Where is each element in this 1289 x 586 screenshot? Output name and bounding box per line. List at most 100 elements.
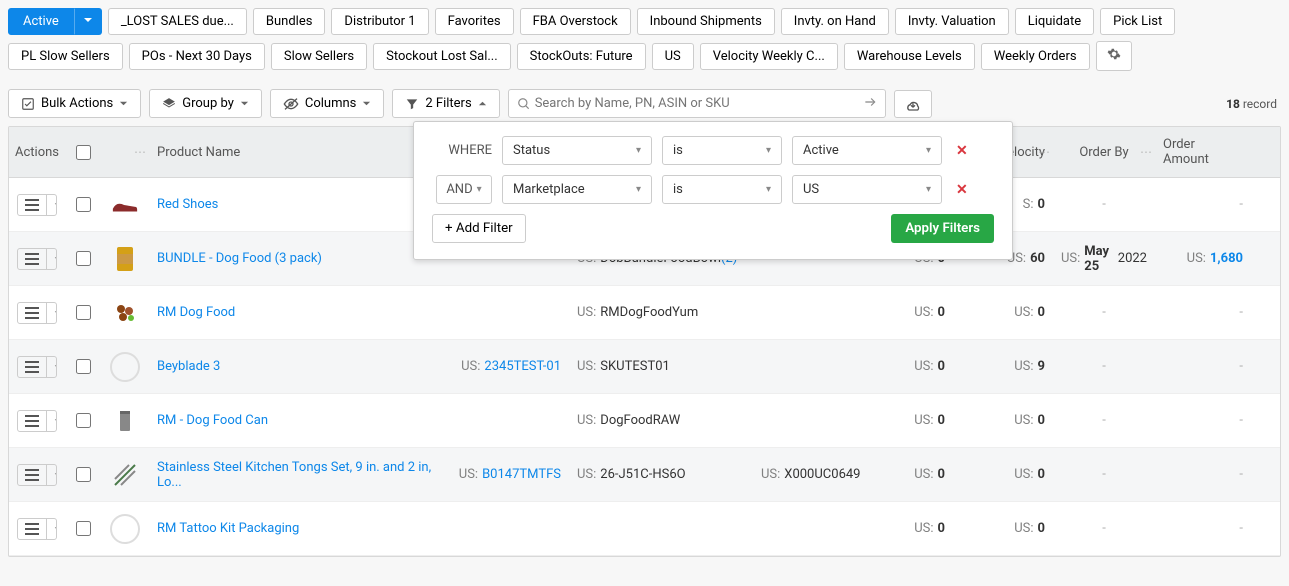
filter-and-select[interactable]: AND▾: [436, 175, 492, 204]
chevron-down-icon: [362, 99, 371, 108]
filter-op-select-1[interactable]: is▾: [662, 136, 782, 165]
product-name-link[interactable]: Stainless Steel Kitchen Tongs Set, 9 in.…: [157, 460, 441, 490]
views-settings-button[interactable]: [1096, 41, 1132, 71]
row-checkbox[interactable]: [76, 197, 91, 212]
row-checkbox[interactable]: [76, 251, 91, 266]
product-thumb: [111, 299, 139, 327]
saved-view-tag[interactable]: Inbound Shipments: [637, 8, 775, 35]
saved-view-tag[interactable]: PL Slow Sellers: [8, 43, 123, 70]
row-action-menu[interactable]: [17, 194, 57, 216]
row-checkbox[interactable]: [76, 359, 91, 374]
saved-view-tag[interactable]: Bundles: [253, 8, 326, 35]
chevron-down-icon: [46, 357, 57, 377]
submit-search-icon[interactable]: [863, 95, 877, 113]
filters-button[interactable]: 2 Filters: [392, 89, 499, 118]
sku-cell: US:26-J51C-HS6O: [569, 461, 753, 488]
table-row: Stainless Steel Kitchen Tongs Set, 9 in.…: [9, 448, 1280, 502]
apply-filters-button[interactable]: Apply Filters: [891, 214, 994, 243]
chevron-down-icon: [46, 249, 57, 269]
saved-view-tag[interactable]: Weekly Orders: [981, 43, 1090, 70]
fnsku-cell: [753, 523, 857, 535]
remove-filter-1[interactable]: ✕: [956, 143, 968, 159]
velocity-cell: US:0: [857, 461, 953, 488]
product-thumb: [111, 191, 139, 219]
saved-view-tag[interactable]: Distributor 1: [331, 8, 428, 35]
hamburger-icon: [18, 249, 46, 269]
order-by-cell: -: [1053, 515, 1155, 542]
product-thumb: [111, 245, 139, 273]
chevron-down-icon: [46, 195, 57, 215]
saved-view-tag[interactable]: Warehouse Levels: [844, 43, 975, 70]
row-action-menu[interactable]: [17, 302, 57, 324]
group-by-button[interactable]: Group by: [149, 89, 262, 118]
saved-view-tag[interactable]: Velocity Weekly C...: [700, 43, 838, 70]
row-action-menu[interactable]: [17, 410, 57, 432]
saved-view-tag[interactable]: POs - Next 30 Days: [129, 43, 265, 70]
order-amount-cell: -: [1155, 461, 1251, 488]
product-name-link[interactable]: Red Shoes: [157, 197, 218, 212]
eye-off-icon: [283, 97, 299, 111]
chevron-down-icon: [83, 15, 93, 25]
product-name-link[interactable]: BUNDLE - Dog Food (3 pack): [157, 251, 322, 266]
row-checkbox[interactable]: [76, 521, 91, 536]
product-thumb: [111, 461, 139, 489]
saved-view-tag[interactable]: US: [652, 43, 694, 70]
order-amount-cell: -: [1155, 353, 1251, 380]
saved-view-tag[interactable]: Liquidate: [1015, 8, 1094, 35]
search-input-wrap[interactable]: [508, 89, 886, 118]
columns-button[interactable]: Columns: [270, 89, 385, 118]
hamburger-icon: [18, 303, 46, 323]
row-action-menu[interactable]: [17, 248, 57, 270]
view-active-button[interactable]: Active: [8, 8, 74, 35]
row-checkbox[interactable]: [76, 413, 91, 428]
row-checkbox[interactable]: [76, 305, 91, 320]
remove-filter-2[interactable]: ✕: [956, 182, 968, 198]
product-name-link[interactable]: RM - Dog Food Can: [157, 413, 268, 428]
product-name-link[interactable]: Beyblade 3: [157, 359, 220, 374]
adj-velocity-cell: US:0: [953, 407, 1053, 434]
table-row: RM Dog Food US:RMDogFoodYum US:0 US:0 - …: [9, 286, 1280, 340]
order-by-cell: -: [1053, 353, 1155, 380]
filter-field-select-1[interactable]: Status▾: [502, 136, 652, 165]
saved-view-tag[interactable]: Slow Sellers: [271, 43, 367, 70]
row-action-menu[interactable]: [17, 464, 57, 486]
col-order-amount[interactable]: Order Amount: [1155, 127, 1251, 177]
add-filter-button[interactable]: + Add Filter: [432, 214, 526, 243]
adj-velocity-cell: US:0: [953, 515, 1053, 542]
search-input[interactable]: [531, 92, 863, 115]
chevron-down-icon: [46, 303, 57, 323]
product-name-link[interactable]: RM Tattoo Kit Packaging: [157, 521, 299, 536]
saved-view-tag[interactable]: Pick List: [1100, 8, 1175, 35]
filter-value-select-2[interactable]: US▾: [792, 175, 942, 204]
chevron-down-icon: [46, 465, 57, 485]
row-checkbox[interactable]: [76, 467, 91, 482]
saved-view-tag[interactable]: Invty. Valuation: [895, 8, 1009, 35]
col-product-name[interactable]: Product Name: [149, 127, 449, 177]
filter-op-select-2[interactable]: is▾: [662, 175, 782, 204]
saved-view-tag[interactable]: Stockout Lost Sal...: [373, 43, 511, 70]
saved-view-tag[interactable]: _LOST SALES due...: [108, 8, 247, 35]
asin-cell: [449, 307, 569, 319]
col-checkbox: [65, 127, 101, 177]
row-action-menu[interactable]: [17, 356, 57, 378]
check-square-icon: [21, 97, 35, 111]
bulk-actions-button[interactable]: Bulk Actions: [8, 89, 141, 118]
product-name-link[interactable]: RM Dog Food: [157, 305, 235, 320]
saved-view-tag[interactable]: Invty. on Hand: [781, 8, 889, 35]
filter-value-select-1[interactable]: Active▾: [792, 136, 942, 165]
sku-cell: US:RMDogFoodYum: [569, 299, 753, 326]
velocity-cell: US:0: [857, 407, 953, 434]
hamburger-icon: [18, 357, 46, 377]
filter-field-select-2[interactable]: Marketplace▾: [502, 175, 652, 204]
col-order-by[interactable]: Order By⋯: [1053, 127, 1155, 177]
table-row: RM - Dog Food Can US:DogFoodRAW US:0 US:…: [9, 394, 1280, 448]
select-all-checkbox[interactable]: [76, 145, 91, 160]
cloud-download-button[interactable]: [894, 90, 932, 118]
saved-view-tag[interactable]: FBA Overstock: [520, 8, 631, 35]
row-action-menu[interactable]: [17, 518, 57, 540]
order-amount-cell: -: [1155, 191, 1251, 218]
view-active-dropdown[interactable]: [74, 8, 102, 35]
saved-view-tag[interactable]: StockOuts: Future: [517, 43, 646, 70]
saved-view-tag[interactable]: Favorites: [435, 8, 514, 35]
where-label: WHERE: [432, 143, 492, 158]
